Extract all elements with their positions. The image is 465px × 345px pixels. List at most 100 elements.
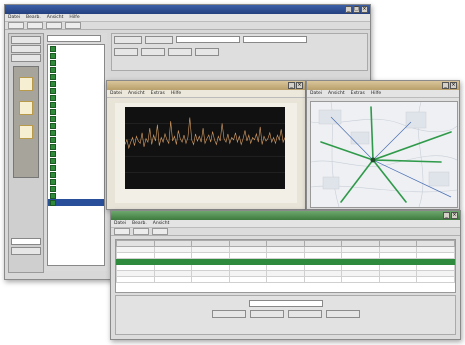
map-window-titlebar[interactable]: _ × [307, 81, 459, 90]
map-menubar: Datei Ansicht Extras Hilfe [307, 90, 459, 98]
toolbar-button-2[interactable] [27, 22, 43, 29]
chart-window: _ × Datei Ansicht Extras Hilfe [106, 80, 306, 210]
toolbar-button-4[interactable] [65, 22, 81, 29]
list-item[interactable] [48, 199, 104, 206]
form-button-5[interactable] [168, 48, 192, 56]
toolbar-button-1[interactable] [8, 22, 24, 29]
map-menu-datei[interactable]: Datei [310, 90, 322, 97]
main-window-titlebar[interactable]: _ □ × [5, 5, 370, 14]
list-item[interactable] [48, 150, 104, 157]
list-item[interactable] [48, 87, 104, 94]
list-item[interactable] [48, 94, 104, 101]
settings-icon[interactable] [19, 125, 33, 139]
list-item[interactable] [48, 157, 104, 164]
list-item[interactable] [48, 59, 104, 66]
table-menu-datei[interactable]: Datei [114, 220, 126, 227]
list-item[interactable] [48, 73, 104, 80]
form-button-1[interactable] [114, 36, 142, 44]
form-input-1[interactable] [176, 36, 240, 43]
list-item[interactable] [48, 143, 104, 150]
status-square-icon [50, 185, 56, 192]
status-square-icon [50, 52, 56, 59]
status-square-icon [50, 108, 56, 115]
footer-button-1[interactable] [211, 310, 246, 318]
table-minimize-icon[interactable]: _ [443, 212, 450, 219]
chart-minimize-icon[interactable]: _ [288, 82, 295, 89]
map-minimize-icon[interactable]: _ [442, 82, 449, 89]
map-view[interactable] [310, 101, 458, 208]
maximize-icon[interactable]: □ [353, 6, 360, 13]
menu-item-datei[interactable]: Datei [8, 14, 20, 21]
chart-window-titlebar[interactable]: _ × [107, 81, 305, 90]
list-item[interactable] [48, 45, 104, 52]
map-menu-ansicht[interactable]: Ansicht [328, 90, 345, 97]
footer-button-2[interactable] [249, 310, 284, 318]
table-toolbar-button-2[interactable] [133, 228, 149, 235]
list-filter-input[interactable] [47, 35, 101, 42]
chart-menu-hilfe[interactable]: Hilfe [171, 90, 181, 97]
table-menu-bearb[interactable]: Bearb. [132, 220, 147, 227]
status-square-icon [50, 101, 56, 108]
footer-input[interactable] [248, 300, 323, 307]
chart-menubar: Datei Ansicht Extras Hilfe [107, 90, 305, 98]
form-button-3[interactable] [114, 48, 138, 56]
menu-item-hilfe[interactable]: Hilfe [69, 14, 79, 21]
table-menu-ansicht[interactable]: Ansicht [153, 220, 170, 227]
status-square-icon [50, 80, 56, 87]
list-item[interactable] [48, 136, 104, 143]
table-toolbar [111, 228, 460, 236]
list-item[interactable] [48, 108, 104, 115]
table-toolbar-button-1[interactable] [114, 228, 130, 235]
left-tab-3[interactable] [11, 54, 41, 62]
list-item[interactable] [48, 164, 104, 171]
status-square-icon [50, 129, 56, 136]
table-close-icon[interactable]: × [451, 212, 458, 219]
list-item[interactable] [48, 52, 104, 59]
chart-menu-datei[interactable]: Datei [110, 90, 122, 97]
left-tab-1[interactable] [11, 36, 41, 44]
document-icon[interactable] [19, 101, 33, 115]
table-toolbar-button-3[interactable] [152, 228, 168, 235]
table-footer [115, 295, 456, 335]
chart-menu-extras[interactable]: Extras [151, 90, 165, 97]
list-item[interactable] [48, 129, 104, 136]
list-item[interactable] [48, 115, 104, 122]
item-list[interactable] [47, 44, 105, 266]
toolbar-button-3[interactable] [46, 22, 62, 29]
form-input-2[interactable] [243, 36, 307, 43]
table-window-titlebar[interactable]: _ × [111, 211, 460, 220]
left-tab-2[interactable] [11, 45, 41, 53]
form-button-6[interactable] [195, 48, 219, 56]
menu-item-ansicht[interactable]: Ansicht [47, 14, 64, 21]
table-cell [228, 276, 268, 283]
list-item[interactable] [48, 192, 104, 199]
form-button-4[interactable] [141, 48, 165, 56]
left-apply-button[interactable] [11, 247, 41, 255]
status-square-icon [50, 45, 56, 52]
minimize-icon[interactable]: _ [345, 6, 352, 13]
chart-menu-ansicht[interactable]: Ansicht [128, 90, 145, 97]
list-item[interactable] [48, 66, 104, 73]
list-item[interactable] [48, 185, 104, 192]
list-item[interactable] [48, 171, 104, 178]
list-item[interactable] [48, 122, 104, 129]
chart-close-icon[interactable]: × [296, 82, 303, 89]
footer-button-3[interactable] [287, 310, 322, 318]
chart-area [115, 103, 297, 203]
map-menu-hilfe[interactable]: Hilfe [371, 90, 381, 97]
network-hub-marker [370, 157, 376, 163]
list-item[interactable] [48, 178, 104, 185]
table-cell [416, 276, 455, 283]
status-square-icon [50, 115, 56, 122]
form-button-2[interactable] [145, 36, 173, 44]
close-icon[interactable]: × [361, 6, 368, 13]
network-map [311, 102, 457, 207]
folder-icon[interactable] [19, 77, 33, 91]
map-close-icon[interactable]: × [450, 82, 457, 89]
footer-button-4[interactable] [325, 310, 360, 318]
list-item[interactable] [48, 80, 104, 87]
map-menu-extras[interactable]: Extras [351, 90, 365, 97]
list-item[interactable] [48, 101, 104, 108]
menu-item-bearb[interactable]: Bearb. [26, 14, 41, 21]
table-row[interactable] [116, 276, 455, 283]
